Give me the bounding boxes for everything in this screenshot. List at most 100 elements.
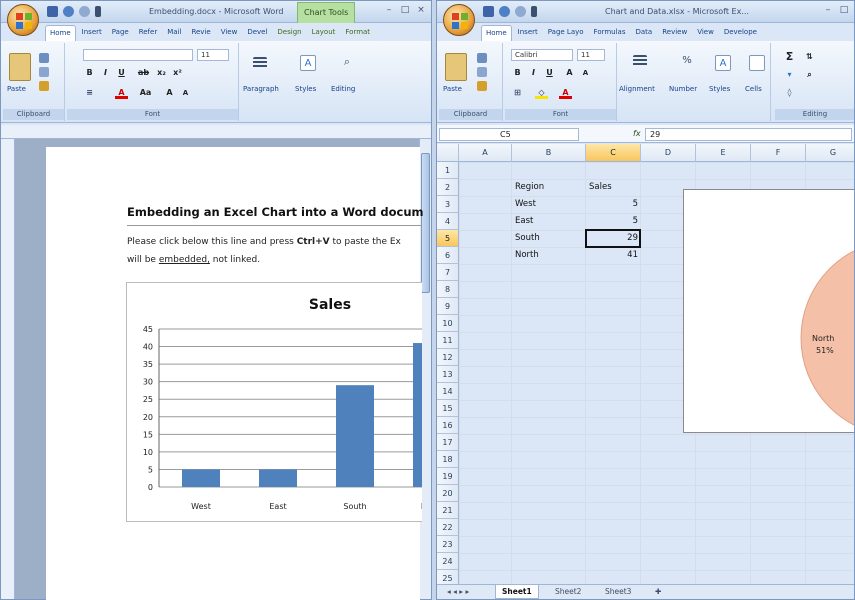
row-header-5[interactable]: 5 <box>437 230 459 247</box>
grow-font-icon[interactable]: A <box>563 67 576 79</box>
row-header-1[interactable]: 1 <box>437 162 459 179</box>
styles-button[interactable]: Styles <box>295 85 316 93</box>
row-header-7[interactable]: 7 <box>437 264 459 281</box>
tab-insert[interactable]: Insert <box>78 25 106 41</box>
strikethrough-icon[interactable]: ab <box>137 67 150 79</box>
tab-view[interactable]: View <box>693 25 718 41</box>
font-color-icon[interactable]: A <box>115 87 128 99</box>
subscript-icon[interactable]: x₂ <box>155 67 168 79</box>
fx-icon[interactable]: fx <box>633 129 641 138</box>
cell-c3[interactable]: 5 <box>586 196 641 213</box>
font-size-combo[interactable]: 11 <box>197 49 229 61</box>
tab-page-layout[interactable]: Page <box>108 25 133 41</box>
office-button[interactable] <box>7 4 39 36</box>
superscript-icon[interactable]: x² <box>171 67 184 79</box>
row-header-15[interactable]: 15 <box>437 400 459 417</box>
tab-review[interactable]: Revie <box>187 25 214 41</box>
cell-b4[interactable]: East <box>512 213 586 230</box>
underline-icon[interactable]: U <box>115 67 128 79</box>
row-header-23[interactable]: 23 <box>437 536 459 553</box>
cell-c6[interactable]: 41 <box>586 247 641 264</box>
tab-developer[interactable]: Develope <box>720 25 761 41</box>
minimize-icon[interactable]: – <box>383 5 395 16</box>
cell-c4[interactable]: 5 <box>586 213 641 230</box>
maximize-icon[interactable]: □ <box>838 5 850 16</box>
font-name-combo[interactable] <box>83 49 193 61</box>
sheet-tab-1[interactable]: Sheet1 <box>495 585 539 599</box>
formula-input[interactable]: 29 <box>645 128 852 141</box>
row-header-19[interactable]: 19 <box>437 468 459 485</box>
cell-b2[interactable]: Region <box>512 179 586 196</box>
redo-icon[interactable] <box>79 6 90 17</box>
italic-icon[interactable]: I <box>99 67 112 79</box>
save-icon[interactable] <box>47 6 58 17</box>
customize-toolbar-icon[interactable] <box>95 6 101 17</box>
font-name-combo[interactable]: Calibri <box>511 49 573 61</box>
row-header-4[interactable]: 4 <box>437 213 459 230</box>
tab-design[interactable]: Design <box>273 25 305 41</box>
row-header-16[interactable]: 16 <box>437 417 459 434</box>
tab-data[interactable]: Data <box>632 25 657 41</box>
sheet-nav-icon[interactable]: ◂ ◂ ▸ ▸ <box>441 585 475 599</box>
cells-button[interactable]: Cells <box>745 85 762 93</box>
row-header-8[interactable]: 8 <box>437 281 459 298</box>
paste-button[interactable]: Paste <box>7 85 26 93</box>
paragraph-button[interactable]: Paragraph <box>243 85 279 93</box>
italic-icon[interactable]: I <box>527 67 540 79</box>
tab-home[interactable]: Home <box>45 25 76 41</box>
tab-developer[interactable]: Devel <box>243 25 271 41</box>
cell-b5[interactable]: South <box>512 230 586 247</box>
borders-icon[interactable]: ⊞ <box>511 87 524 99</box>
row-header-12[interactable]: 12 <box>437 349 459 366</box>
row-header-11[interactable]: 11 <box>437 332 459 349</box>
row-header-13[interactable]: 13 <box>437 366 459 383</box>
sort-filter-icon[interactable]: ⇅ <box>803 51 816 63</box>
tab-view[interactable]: View <box>217 25 242 41</box>
styles-button[interactable]: Styles <box>709 85 730 93</box>
row-header-10[interactable]: 10 <box>437 315 459 332</box>
row-header-22[interactable]: 22 <box>437 519 459 536</box>
row-header-6[interactable]: 6 <box>437 247 459 264</box>
find-select-icon[interactable]: ⌕ <box>803 69 816 81</box>
copy-icon[interactable] <box>39 67 49 77</box>
horizontal-ruler[interactable] <box>1 125 431 139</box>
undo-icon[interactable] <box>63 6 74 17</box>
bold-icon[interactable]: B <box>511 67 524 79</box>
redo-icon[interactable] <box>515 6 526 17</box>
pie-chart-object[interactable]: North 51% <box>683 189 854 433</box>
row-header-9[interactable]: 9 <box>437 298 459 315</box>
autosum-icon[interactable]: Σ <box>783 51 796 63</box>
number-button[interactable]: Number <box>669 85 697 93</box>
sheet-tab-2[interactable]: Sheet2 <box>549 585 587 599</box>
row-header-21[interactable]: 21 <box>437 502 459 519</box>
sheet-tab-3[interactable]: Sheet3 <box>599 585 637 599</box>
text-effects-icon[interactable]: ≡ <box>83 87 96 99</box>
shrink-font-icon[interactable]: A <box>179 87 192 99</box>
column-header-e[interactable]: E <box>696 144 751 162</box>
row-header-3[interactable]: 3 <box>437 196 459 213</box>
scrollbar-thumb[interactable] <box>421 153 430 293</box>
tab-formulas[interactable]: Formulas <box>590 25 630 41</box>
row-header-18[interactable]: 18 <box>437 451 459 468</box>
maximize-icon[interactable]: □ <box>399 5 411 16</box>
editing-button[interactable]: Editing <box>331 85 355 93</box>
column-header-c[interactable]: C <box>586 144 641 162</box>
row-header-14[interactable]: 14 <box>437 383 459 400</box>
insert-sheet-icon[interactable]: ✚ <box>649 585 667 599</box>
fill-icon[interactable]: ▾ <box>783 69 796 81</box>
tab-layout[interactable]: Layout <box>308 25 340 41</box>
column-header-d[interactable]: D <box>641 144 696 162</box>
change-case-icon[interactable]: Aa <box>139 87 152 99</box>
paste-button[interactable]: Paste <box>443 85 462 93</box>
cut-icon[interactable] <box>39 53 49 63</box>
cut-icon[interactable] <box>477 53 487 63</box>
minimize-icon[interactable]: – <box>822 5 834 16</box>
tab-format[interactable]: Format <box>341 25 374 41</box>
row-header-17[interactable]: 17 <box>437 434 459 451</box>
shrink-font-icon[interactable]: A <box>579 67 592 79</box>
tab-mailings[interactable]: Mail <box>163 25 185 41</box>
row-header-2[interactable]: 2 <box>437 179 459 196</box>
format-painter-icon[interactable] <box>39 81 49 91</box>
tab-references[interactable]: Refer <box>135 25 162 41</box>
save-icon[interactable] <box>483 6 494 17</box>
